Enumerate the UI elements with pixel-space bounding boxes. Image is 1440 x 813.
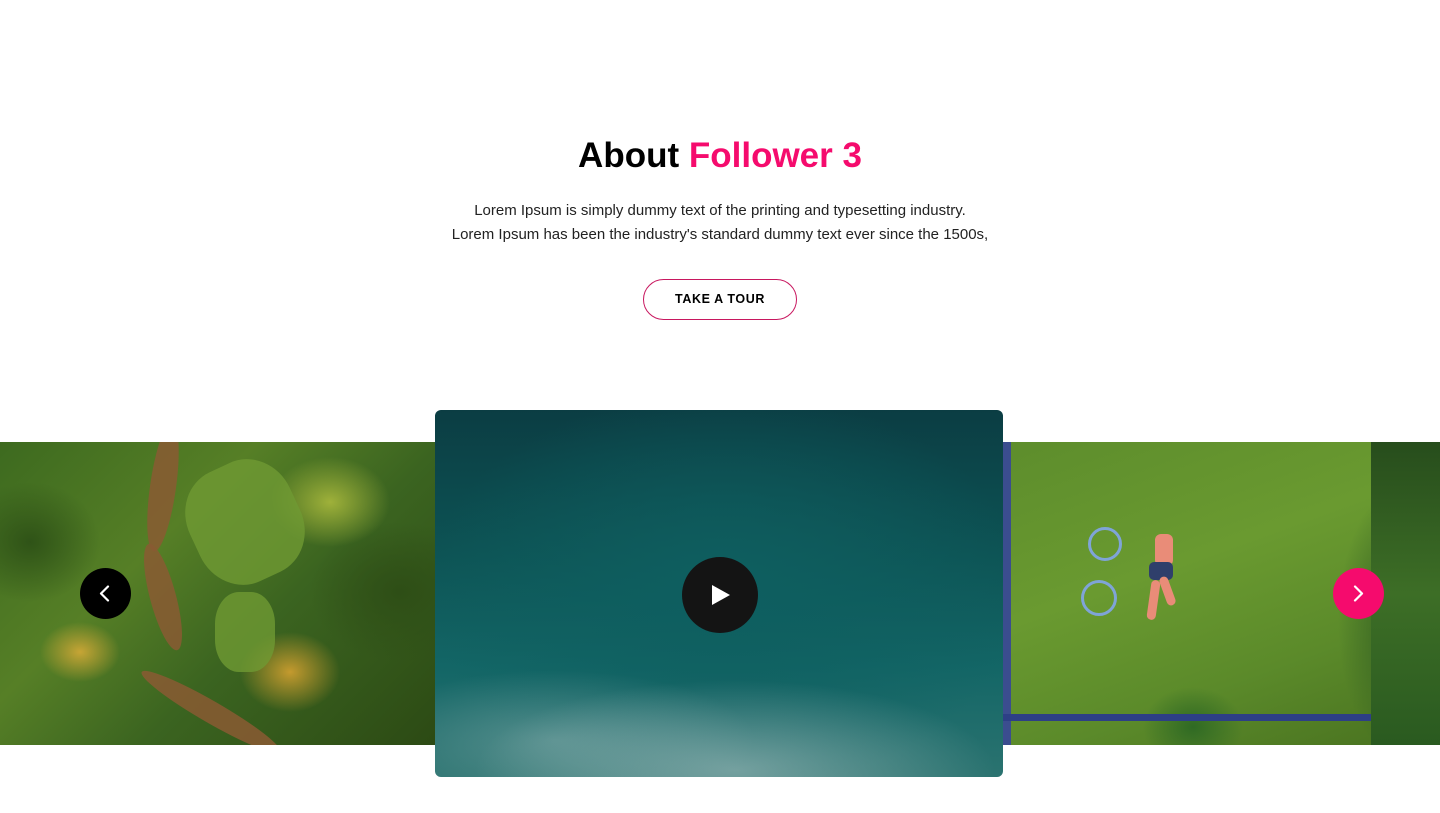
bicycle-wheel (1088, 527, 1122, 561)
slider-prev-button[interactable] (80, 568, 131, 619)
play-icon (712, 585, 730, 605)
pool-edge-shape (1003, 442, 1011, 745)
title-prefix: About (578, 136, 680, 175)
section-description: Lorem Ipsum is simply dummy text of the … (0, 199, 1440, 247)
title-accent: Follower 3 (688, 136, 862, 175)
section-title: About Follower 3 (0, 135, 1440, 177)
description-line-1: Lorem Ipsum is simply dummy text of the … (474, 202, 966, 219)
slider-next-button[interactable] (1333, 568, 1384, 619)
person-shape (1158, 575, 1177, 607)
bicycle-wheel (1081, 580, 1117, 616)
slide-forest-trail-image (0, 442, 436, 745)
trail-shape (136, 540, 190, 654)
chevron-right-icon (1353, 585, 1364, 602)
play-video-button[interactable] (682, 557, 758, 633)
pool-edge-shape (1003, 714, 1373, 721)
grass-clearing (215, 592, 275, 672)
trail-shape (136, 662, 286, 745)
person-shape (1146, 579, 1161, 621)
trail-shape (141, 442, 185, 554)
description-line-2: Lorem Ipsum has been the industry's stan… (451, 226, 989, 243)
grass-clearing (169, 444, 321, 600)
chevron-left-icon (99, 585, 110, 602)
take-a-tour-button[interactable]: TAKE A TOUR (643, 279, 797, 320)
page: About Follower 3 Lorem Ipsum is simply d… (0, 0, 1440, 813)
